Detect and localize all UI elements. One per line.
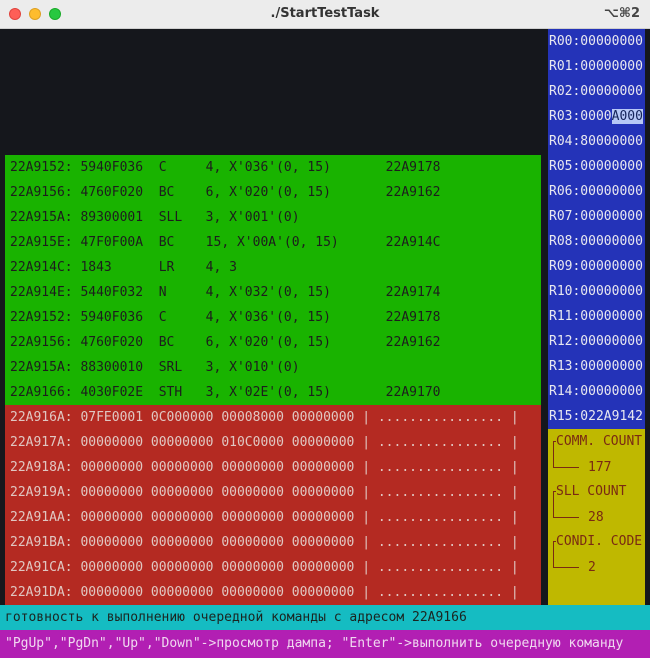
register-r02: R02:00000000	[549, 84, 643, 99]
window-title: ./StartTestTask	[270, 6, 380, 21]
sll-bracket-vertical	[553, 491, 554, 517]
code-line: 22A914C: 1843 LR 4, 3	[10, 260, 237, 275]
memory-dump-panel: 22A916A: 07FE0001 0C000000 00008000 0000…	[5, 405, 541, 605]
comm-count-label: COMM. COUNT	[556, 434, 643, 449]
code-line: 22A915A: 88300010 SRL 3, X'010'(0)	[10, 360, 300, 375]
dump-line: 22A916A: 07FE0001 0C000000 00008000 0000…	[10, 410, 519, 425]
comm-bracket-bottom	[553, 467, 579, 468]
register-r05: R05:00000000	[549, 159, 643, 174]
register-r11: R11:00000000	[549, 309, 643, 324]
sll-bracket-bottom	[553, 517, 579, 518]
dump-line: 22A91AA: 00000000 00000000 00000000 0000…	[10, 510, 519, 525]
code-line: 22A9166: 4030F02E STH 3, X'02E'(0, 15) 2…	[10, 385, 441, 400]
counters-panel: COMM. COUNT 177 SLL COUNT 28 CONDI. CODE…	[548, 429, 645, 605]
code-line: 22A9156: 4760F020 BC 6, X'020'(0, 15) 22…	[10, 185, 441, 200]
register-r00: R00:00000000	[549, 34, 643, 49]
cond-bracket-vertical	[553, 541, 554, 567]
register-r13: R13:00000000	[549, 359, 643, 374]
condition-code-label: CONDI. CODE	[556, 534, 643, 549]
code-line: 22A914E: 5440F032 N 4, X'032'(0, 15) 22A…	[10, 285, 441, 300]
register-r03: R03:0000A000	[548, 104, 643, 129]
dump-line: 22A917A: 00000000 00000000 010C0000 0000…	[10, 435, 519, 450]
register-r06: R06:00000000	[549, 184, 643, 199]
register-r01: R01:00000000	[549, 59, 643, 74]
sll-count-label: SLL COUNT	[556, 484, 627, 499]
status-line: готовность к выполнению очередной команд…	[0, 605, 650, 630]
register-r14: R14:00000000	[549, 384, 643, 399]
window-shortcut: ⌥⌘2	[603, 6, 640, 21]
code-trace-panel: 22A9152: 5940F036 C 4, X'036'(0, 15) 22A…	[5, 155, 541, 405]
code-line: 22A915E: 47F0F00A BC 15, X'00A'(0, 15) 2…	[10, 235, 441, 250]
condition-code-value: 2	[588, 560, 596, 575]
title-bar: ./StartTestTask ⌥⌘2	[0, 0, 650, 29]
dump-line: 22A91BA: 00000000 00000000 00000000 0000…	[10, 535, 519, 550]
dump-line: 22A918A: 00000000 00000000 00000000 0000…	[10, 460, 519, 475]
cond-bracket-bottom	[553, 567, 579, 568]
code-line: 22A9156: 4760F020 BC 6, X'020'(0, 15) 22…	[10, 335, 441, 350]
register-r03-highlight: A000	[611, 109, 643, 124]
dump-line: 22A919A: 00000000 00000000 00000000 0000…	[10, 485, 519, 500]
key-hints-line: "PgUp","PgDn","Up","Down"->просмотр дамп…	[0, 630, 650, 658]
register-r04: R04:80000000	[549, 134, 643, 149]
code-line: 22A915A: 89300001 SLL 3, X'001'(0)	[10, 210, 300, 225]
terminal-content[interactable]: 22A9152: 5940F036 C 4, X'036'(0, 15) 22A…	[0, 29, 650, 658]
comm-count-value: 177	[588, 460, 612, 475]
register-r10: R10:00000000	[549, 284, 643, 299]
dump-line: 22A91CA: 00000000 00000000 00000000 0000…	[10, 560, 519, 575]
register-r15: R15:022A9142	[549, 409, 643, 424]
register-r08: R08:00000000	[549, 234, 643, 249]
register-r09: R09:00000000	[549, 259, 643, 274]
registers-panel: R00:00000000 R01:00000000 R02:00000000 R…	[548, 29, 645, 429]
register-r12: R12:00000000	[549, 334, 643, 349]
register-r07: R07:00000000	[549, 209, 643, 224]
register-r03-prefix: R03:0000	[549, 109, 612, 124]
terminal-window: ./StartTestTask ⌥⌘2 22A9152: 5940F036 C …	[0, 0, 650, 658]
code-line: 22A9152: 5940F036 C 4, X'036'(0, 15) 22A…	[10, 310, 441, 325]
comm-bracket-vertical	[553, 441, 554, 467]
sll-count-value: 28	[588, 510, 604, 525]
code-line: 22A9152: 5940F036 C 4, X'036'(0, 15) 22A…	[10, 160, 441, 175]
dump-line: 22A91DA: 00000000 00000000 00000000 0000…	[10, 585, 519, 600]
